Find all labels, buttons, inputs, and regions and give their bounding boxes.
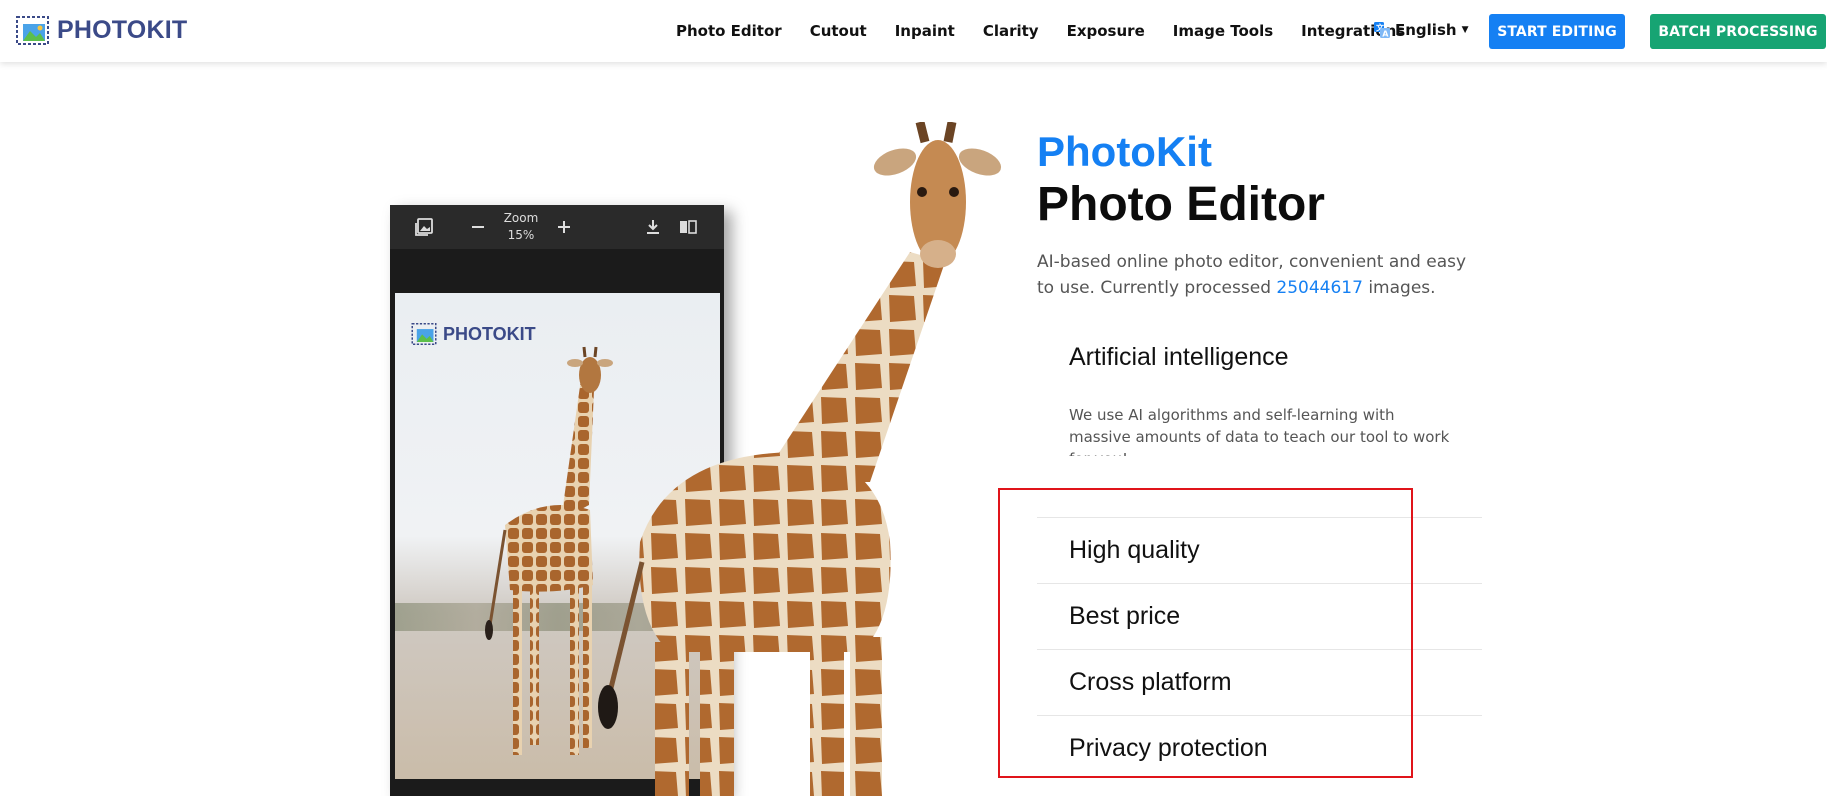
- feature-title: Artificial intelligence: [1069, 343, 1289, 371]
- start-editing-button[interactable]: START EDITING: [1489, 14, 1625, 49]
- svg-text:A: A: [1382, 30, 1389, 39]
- feature-body: We use AI algorithms and self-learning w…: [1069, 406, 1450, 456]
- highlight-box: [998, 488, 1413, 778]
- plus-icon: [558, 221, 570, 233]
- nav-inpaint[interactable]: Inpaint: [895, 22, 955, 40]
- logo-icon: [16, 16, 49, 45]
- zoom-readout: Zoom 15%: [503, 211, 539, 242]
- language-selector[interactable]: 文 A English ▼: [1374, 21, 1468, 39]
- minus-icon: [472, 226, 484, 228]
- site-header: PHOTOKIT Photo Editor Cutout Inpaint Cla…: [0, 0, 1827, 62]
- nav-cutout[interactable]: Cutout: [810, 22, 867, 40]
- main-nav: Photo Editor Cutout Inpaint Clarity Expo…: [676, 22, 1433, 40]
- chevron-down-icon: ▼: [1461, 25, 1469, 35]
- image-icon: [415, 218, 433, 236]
- translate-icon: 文 A: [1374, 22, 1390, 38]
- batch-processing-button[interactable]: BATCH PROCESSING: [1650, 14, 1826, 49]
- hero-description: AI-based online photo editor, convenient…: [1037, 252, 1467, 298]
- processed-count: 25044617: [1276, 278, 1363, 298]
- nav-clarity[interactable]: Clarity: [983, 22, 1039, 40]
- nav-image-tools[interactable]: Image Tools: [1173, 22, 1273, 40]
- nav-photo-editor[interactable]: Photo Editor: [676, 22, 782, 40]
- logo-icon: [411, 323, 437, 345]
- brand-heading: PhotoKit: [1037, 128, 1212, 175]
- feature-accordion: Artificial intelligence We use AI algori…: [1037, 343, 1482, 762]
- logo-text: PHOTOKIT: [57, 16, 188, 44]
- nav-exposure[interactable]: Exposure: [1067, 22, 1145, 40]
- logo[interactable]: PHOTOKIT: [16, 16, 187, 45]
- page-title: Photo Editor: [1037, 178, 1325, 231]
- giraffe-image: [598, 122, 1002, 796]
- feature-item-ai[interactable]: Artificial intelligence We use AI algori…: [1037, 343, 1482, 456]
- mockup-logo: PHOTOKIT: [411, 323, 536, 345]
- language-label: English: [1395, 21, 1457, 39]
